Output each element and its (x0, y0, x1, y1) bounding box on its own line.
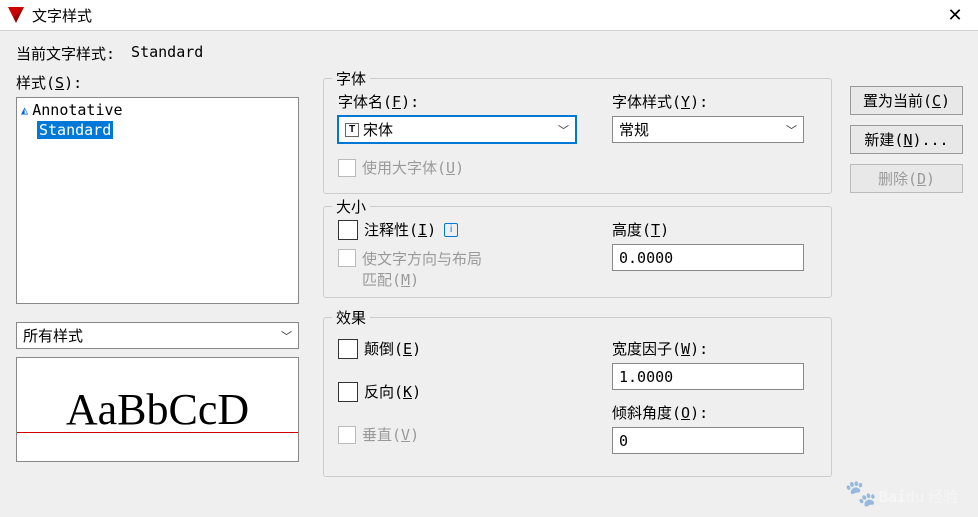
window-title: 文字样式 (32, 5, 92, 26)
new-button[interactable]: 新建(N)... (850, 125, 963, 154)
upsidedown-checkbox[interactable] (338, 339, 358, 359)
match-orient-checkbox (338, 249, 356, 267)
close-icon[interactable]: ✕ (932, 0, 978, 31)
chevron-down-icon: ﹀ (558, 122, 569, 138)
oblique-input[interactable]: 0 (612, 427, 804, 454)
filter-combo[interactable]: 所有样式 ﹀ (16, 322, 299, 349)
chevron-down-icon: ﹀ (786, 122, 797, 138)
annotative-checkbox[interactable] (338, 220, 358, 240)
annotative-icon: ◭ (21, 103, 28, 117)
annotative-label: 注释性(I) (364, 219, 436, 240)
info-icon[interactable]: i (444, 223, 458, 237)
oblique-value: 0 (619, 432, 628, 450)
width-factor-value: 1.0000 (619, 368, 673, 386)
font-style-value: 常规 (619, 119, 649, 140)
list-item[interactable]: Standard (19, 120, 296, 140)
styles-listbox[interactable]: ◭ Annotative Standard (16, 97, 299, 304)
current-style-value: Standard (131, 43, 203, 64)
filter-value: 所有样式 (23, 325, 83, 346)
preview-sample: AaBbCcD (66, 384, 249, 435)
height-value: 0.0000 (619, 249, 673, 267)
font-style-label: 字体样式(Y): (612, 93, 708, 111)
upsidedown-label: 颠倒(E) (364, 338, 421, 359)
font-group-label: 字体 (332, 68, 370, 89)
list-item-label: Standard (37, 121, 113, 139)
width-factor-input[interactable]: 1.0000 (612, 363, 804, 390)
oblique-label: 倾斜角度(O): (612, 404, 708, 422)
backwards-label: 反向(K) (364, 381, 421, 402)
set-current-button[interactable]: 置为当前(C) (850, 86, 963, 115)
effects-group-label: 效果 (332, 307, 370, 328)
vertical-checkbox (338, 426, 356, 444)
current-style-label: 当前文字样式: (16, 43, 115, 64)
truetype-icon: T (345, 123, 359, 137)
styles-label: 样式(S): (16, 74, 82, 92)
width-factor-label: 宽度因子(W): (612, 340, 708, 358)
list-item[interactable]: ◭ Annotative (19, 100, 296, 120)
backwards-checkbox[interactable] (338, 382, 358, 402)
preview-panel: AaBbCcD (16, 357, 299, 462)
bigfont-label: 使用大字体(U) (362, 157, 464, 178)
chevron-down-icon: ﹀ (281, 328, 292, 344)
font-style-combo[interactable]: 常规 ﹀ (612, 116, 804, 143)
bigfont-checkbox (338, 159, 356, 177)
font-name-combo[interactable]: T 宋体 ﹀ (338, 116, 576, 143)
paw-icon: 🐾 (844, 479, 876, 509)
font-name-label: 字体名(F): (338, 93, 419, 111)
list-item-label: Annotative (32, 101, 122, 119)
font-name-value: 宋体 (363, 119, 393, 140)
watermark: 🐾 Baidu 经验 (844, 479, 958, 509)
height-input[interactable]: 0.0000 (612, 244, 804, 271)
vertical-label: 垂直(V) (362, 424, 419, 445)
size-group-label: 大小 (332, 196, 370, 217)
app-icon (8, 7, 24, 23)
delete-button: 删除(D) (850, 164, 963, 193)
height-label: 高度(T) (612, 221, 669, 239)
match-orient-label: 使文字方向与布局匹配(M) (362, 248, 482, 290)
